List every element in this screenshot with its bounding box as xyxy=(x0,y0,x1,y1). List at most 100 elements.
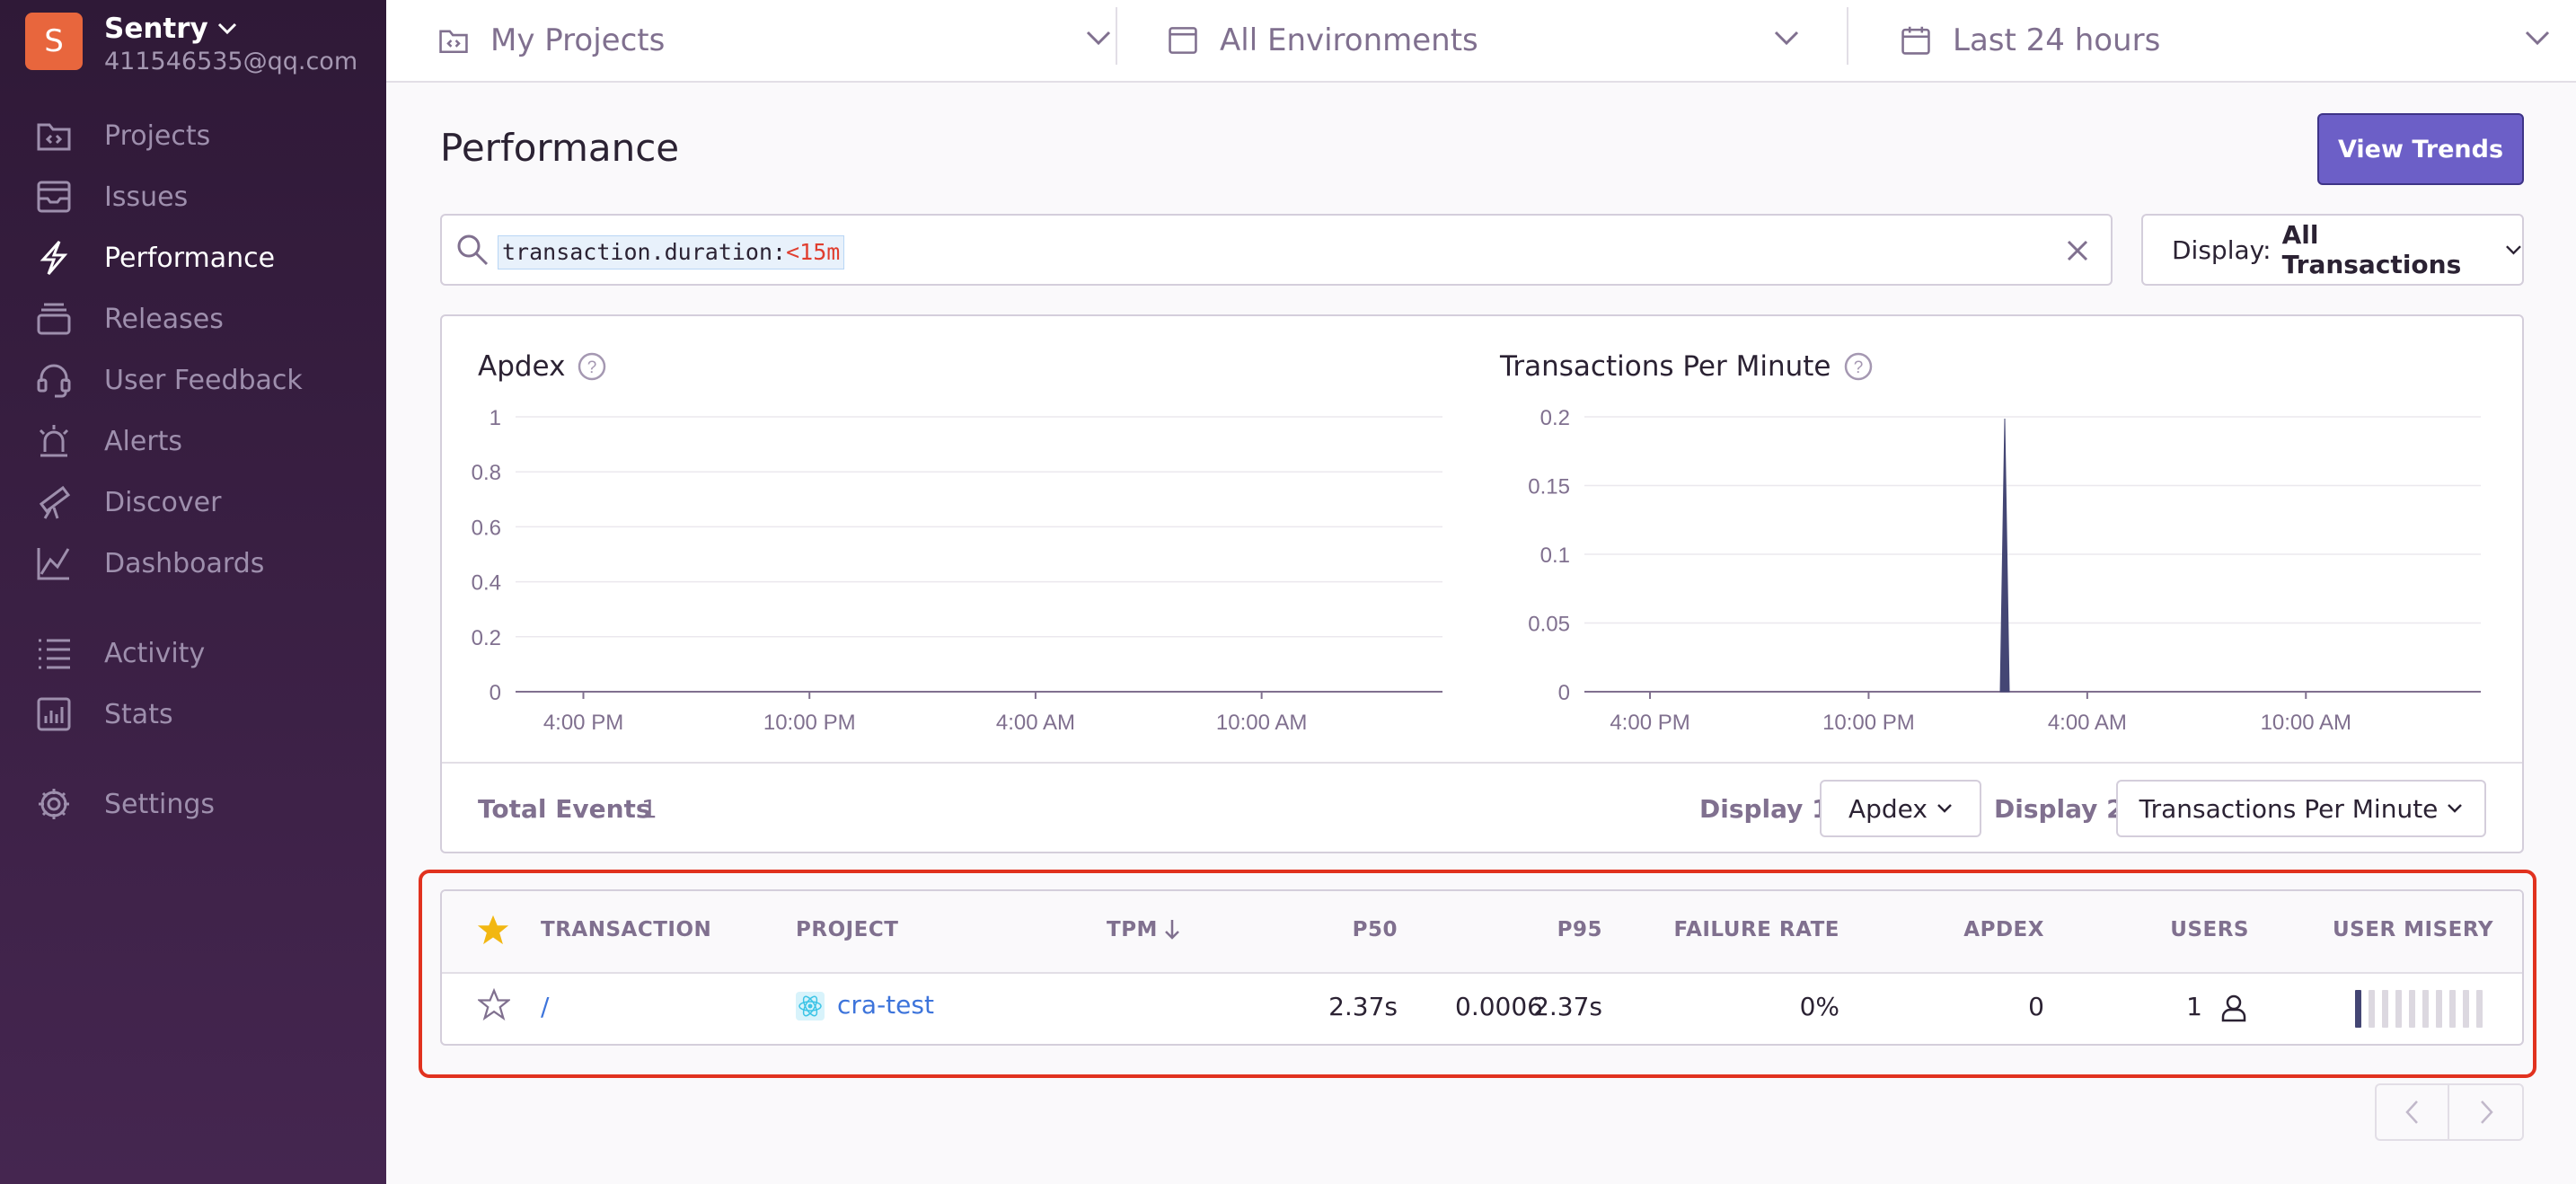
lightning-icon xyxy=(34,238,74,278)
x-tick-label: 4:00 PM xyxy=(1610,711,1689,735)
display-value: All Transactions xyxy=(2281,220,2462,279)
column-transaction[interactable]: TRANSACTION xyxy=(541,918,711,941)
apdex-title-text: Apdex xyxy=(478,350,566,383)
column-tpm[interactable]: TPM xyxy=(1107,918,1181,941)
sidebar-item-issues[interactable]: Issues xyxy=(34,174,188,219)
column-p95[interactable]: P95 xyxy=(1557,918,1602,941)
x-tick-label: 10:00 AM xyxy=(1216,711,1307,735)
x-tick-label: 10:00 PM xyxy=(763,711,856,735)
p50-value: 2.37s xyxy=(1328,992,1398,1021)
list-icon xyxy=(34,633,74,673)
transaction-link[interactable]: / xyxy=(541,992,549,1021)
search-token[interactable]: transaction.duration:<15m xyxy=(498,235,845,269)
time-range-selector[interactable]: Last 24 hours xyxy=(1901,0,2576,81)
sidebar-item-discover[interactable]: Discover xyxy=(34,480,221,525)
y-tick-label: 0.4 xyxy=(472,571,501,596)
previous-page-button[interactable] xyxy=(2377,1085,2450,1139)
column-users[interactable]: USERS xyxy=(2170,918,2249,941)
question-icon[interactable]: ? xyxy=(1844,352,1873,381)
sidebar-item-stats[interactable]: Stats xyxy=(34,692,173,737)
chevron-down-icon xyxy=(2506,245,2521,255)
search-bar[interactable]: transaction.duration:<15m xyxy=(440,214,2113,286)
project-icon xyxy=(439,30,468,54)
column-apdex[interactable]: APDEX xyxy=(1963,918,2044,941)
sidebar-item-label: Stats xyxy=(104,698,173,730)
transactions-table: TRANSACTION PROJECT TPM P50 P95 FAILURE … xyxy=(440,889,2524,1046)
calendar-icon xyxy=(1901,26,1930,55)
close-icon[interactable] xyxy=(2064,237,2091,264)
star-outline-icon[interactable] xyxy=(478,988,510,1021)
chevron-right-icon xyxy=(2480,1100,2493,1124)
search-token-key: transaction.duration: xyxy=(502,239,787,265)
sidebar-item-label: Activity xyxy=(104,637,206,669)
sidebar-item-releases[interactable]: Releases xyxy=(34,296,224,341)
org-email: 411546535@qq.com xyxy=(104,48,358,75)
chevron-left-icon xyxy=(2404,1100,2418,1124)
environment-selector-label: All Environments xyxy=(1220,22,1478,58)
sidebar-item-projects[interactable]: Projects xyxy=(34,113,210,158)
org-switcher[interactable]: S Sentry 411546535@qq.com xyxy=(25,13,357,77)
environment-selector[interactable]: All Environments xyxy=(1168,0,1859,81)
gear-icon xyxy=(34,784,74,824)
time-range-label: Last 24 hours xyxy=(1953,22,2161,58)
sidebar-item-label: Alerts xyxy=(104,425,183,457)
view-trends-button[interactable]: View Trends xyxy=(2317,113,2524,185)
sidebar-item-label: Dashboards xyxy=(104,547,265,579)
display1-label: Display 1 xyxy=(1699,794,1830,824)
sidebar-item-label: Performance xyxy=(104,242,276,274)
display2-dropdown[interactable]: Transactions Per Minute xyxy=(2116,780,2486,837)
headset-icon xyxy=(34,360,74,400)
x-tick-label: 4:00 AM xyxy=(2048,711,2127,735)
chevron-down-icon xyxy=(2448,804,2463,813)
search-token-value: 15m xyxy=(799,239,841,265)
column-user-misery[interactable]: USER MISERY xyxy=(2333,918,2493,941)
sidebar-item-label: Releases xyxy=(104,303,224,335)
y-tick-label: 0 xyxy=(490,681,501,705)
x-tick-label: 10:00 AM xyxy=(2261,711,2351,735)
y-tick-label: 0.8 xyxy=(472,461,501,485)
arrow-down-icon xyxy=(1165,920,1179,940)
stats-icon xyxy=(34,694,74,734)
sidebar-item-performance[interactable]: Performance xyxy=(34,235,275,280)
display-dropdown[interactable]: Display: All Transactions xyxy=(2141,214,2524,286)
display-label: Display: xyxy=(2172,234,2272,265)
sidebar-item-alerts[interactable]: Alerts xyxy=(34,419,182,464)
next-page-button[interactable] xyxy=(2449,1085,2522,1139)
display2-value: Transactions Per Minute xyxy=(2139,793,2439,824)
chevron-down-icon xyxy=(217,22,236,35)
apdex-chart[interactable]: 1 0.8 0.6 0.4 0.2 0 4:00 PM 10:00 PM 4:00 AM 10:0… xyxy=(460,406,1448,747)
sidebar-item-label: Discover xyxy=(104,486,222,518)
graph-icon xyxy=(34,543,74,583)
siren-icon xyxy=(34,421,74,461)
sidebar-item-label: Settings xyxy=(104,788,216,820)
star-filled-icon[interactable] xyxy=(476,913,510,947)
y-tick-label: 0.1 xyxy=(1540,543,1570,568)
sidebar-item-settings[interactable]: Settings xyxy=(34,782,215,826)
question-icon[interactable]: ? xyxy=(578,352,606,381)
chevron-down-icon xyxy=(2525,31,2550,46)
releases-icon xyxy=(34,299,74,339)
y-tick-label: 1 xyxy=(490,406,501,430)
column-failure-rate[interactable]: FAILURE RATE xyxy=(1674,918,1840,941)
chevron-down-icon xyxy=(1774,31,1799,46)
column-project[interactable]: PROJECT xyxy=(796,918,898,941)
total-events-label: Total Events xyxy=(478,794,651,824)
sidebar-item-activity[interactable]: Activity xyxy=(34,631,205,676)
y-tick-label: 0.05 xyxy=(1528,613,1570,637)
svg-text:?: ? xyxy=(1853,358,1863,377)
project-link[interactable]: cra-test xyxy=(837,990,934,1020)
sidebar-item-user-feedback[interactable]: User Feedback xyxy=(34,358,303,402)
apdex-chart-title: Apdex ? xyxy=(478,350,606,383)
chart-footer: Total Events 1 Display 1 Apdex Display 2… xyxy=(442,762,2522,853)
tpm-chart[interactable]: 0.2 0.15 0.1 0.05 0 4:00 PM 10:00 PM 4:00 AM 10:… xyxy=(1475,406,2508,747)
column-p50[interactable]: P50 xyxy=(1353,918,1398,941)
global-selection-header: My Projects All Environments Last 24 hou… xyxy=(386,0,2576,83)
display1-dropdown[interactable]: Apdex xyxy=(1820,780,1981,837)
p95-value: 2.37s xyxy=(1533,992,1602,1021)
window-icon xyxy=(1169,27,1197,54)
projects-icon xyxy=(34,116,74,155)
sidebar-item-dashboards[interactable]: Dashboards xyxy=(34,541,264,586)
display1-value: Apdex xyxy=(1848,793,1928,824)
y-tick-label: 0.15 xyxy=(1528,475,1570,499)
failure-rate-value: 0% xyxy=(1799,992,1839,1021)
